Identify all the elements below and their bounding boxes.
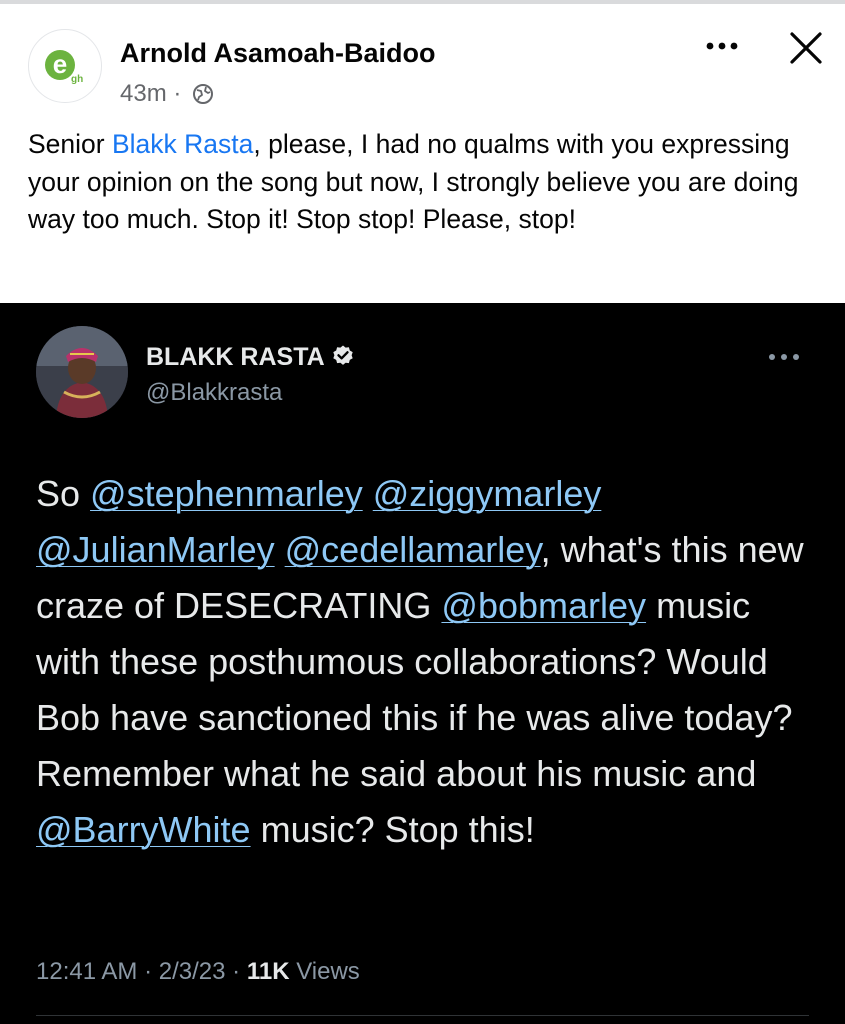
tweet-text-segment — [275, 529, 285, 570]
top-divider — [0, 0, 845, 4]
egh-logo-suffix: gh — [71, 74, 84, 85]
post-text-before: Senior — [28, 129, 112, 159]
more-horizontal-icon[interactable] — [760, 343, 808, 371]
tweet-text-segment: So — [36, 473, 91, 514]
meta-separator: · — [173, 80, 182, 107]
post-text: Senior Blakk Rasta, please, I had no qua… — [28, 126, 818, 239]
tweet-avatar[interactable] — [36, 326, 128, 418]
author-name[interactable]: Arnold Asamoah-Baidoo — [120, 38, 436, 69]
mention-link[interactable]: Blakk Rasta — [112, 129, 253, 159]
views-label: Views — [296, 958, 360, 985]
tweet-author-label: BLAKK RASTA — [146, 343, 325, 371]
more-horizontal-icon[interactable] — [698, 28, 746, 64]
post-meta: 43m · — [120, 80, 214, 112]
close-icon[interactable] — [782, 24, 830, 72]
mention-link[interactable]: @bobmarley — [441, 585, 646, 626]
verified-badge-icon — [331, 344, 355, 375]
tweet-meta: 12:41 AM · 2/3/23 · 11K Views — [36, 958, 360, 986]
views-count: 11K — [246, 958, 290, 985]
embedded-tweet-image[interactable]: BLAKK RASTA @Blakkrasta So @stephenmarle… — [0, 303, 845, 1024]
tweet-author-handle[interactable]: @Blakkrasta — [146, 379, 282, 407]
meta-separator: · — [232, 958, 241, 985]
post-time[interactable]: 43m — [120, 80, 167, 107]
author-avatar[interactable]: e gh — [28, 29, 102, 103]
tweet-divider — [36, 1015, 809, 1016]
tweet-date[interactable]: 2/3/23 — [159, 958, 226, 985]
mention-link[interactable]: @BarryWhite — [36, 809, 251, 850]
mention-link[interactable]: @ziggymarley — [373, 473, 602, 514]
globe-icon — [192, 83, 214, 112]
tweet-text: So @stephenmarley @ziggymarley @JulianMa… — [36, 466, 821, 858]
tweet-text-segment: music? Stop this! — [250, 809, 535, 850]
meta-separator: · — [144, 958, 153, 985]
mention-link[interactable]: @JulianMarley — [36, 529, 275, 570]
mention-link[interactable]: @stephenmarley — [90, 473, 363, 514]
tweet-text-segment — [363, 473, 373, 514]
tweet-author-name[interactable]: BLAKK RASTA — [146, 343, 355, 375]
tweet-time[interactable]: 12:41 AM — [36, 958, 137, 985]
mention-link[interactable]: @cedellamarley — [285, 529, 541, 570]
